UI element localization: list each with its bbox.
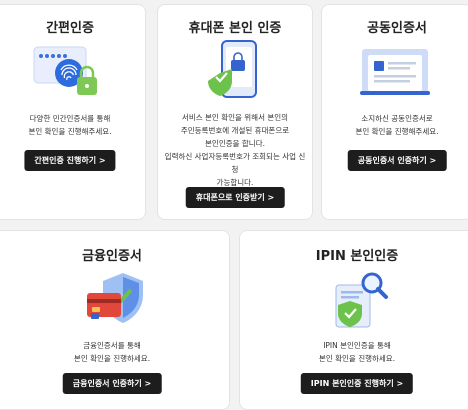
fingerprint-icon bbox=[31, 43, 111, 103]
card-title: 간편인증 bbox=[46, 21, 94, 36]
document-search-icon bbox=[328, 271, 390, 331]
card-shield-icon bbox=[83, 269, 147, 329]
simple-auth-button[interactable]: 간편인증 진행하기 > bbox=[24, 150, 116, 171]
financial-certificate-button[interactable]: 금융인증서 인증하기 > bbox=[62, 373, 162, 394]
card-simple-auth: 간편인증 다양한 민간인증서를 통해 본인 확인을 진행해주세요. 간편인증 진… bbox=[0, 4, 146, 220]
card-description: 다양한 민간인증서를 통해 본인 확인을 진행해주세요. bbox=[28, 114, 112, 136]
card-financial-certificate: 금융인증서 금융인증서를 통해 본인 확인을 진행하세요. 금융인증서 인증하기… bbox=[0, 230, 230, 410]
card-title: 공동인증서 bbox=[367, 21, 427, 36]
phone-lock-icon bbox=[204, 39, 268, 103]
card-description: 서비스 본인 확인을 위해서 본인의 주민등록번호에 개설된 휴대폰으로 본인인… bbox=[164, 113, 306, 187]
joint-certificate-button[interactable]: 공동인증서 인증하기 > bbox=[347, 150, 447, 171]
ipin-auth-button[interactable]: IPIN 본인인증 진행하기 > bbox=[300, 373, 414, 394]
card-description: IPIN 본인인증을 통해 본인 확인을 진행하세요. bbox=[318, 341, 396, 363]
card-title: IPIN 본인인증 bbox=[315, 249, 399, 264]
card-description: 소지하신 공동인증서로 본인 확인을 진행해주세요. bbox=[355, 114, 439, 136]
certificate-icon bbox=[358, 43, 438, 101]
phone-auth-button[interactable]: 휴대폰으로 인증받기 > bbox=[185, 187, 285, 208]
card-joint-certificate: 공동인증서 소지하신 공동인증서로 본인 확인을 진행해주세요. 공동인증서 인… bbox=[321, 4, 468, 220]
card-title: 금융인증서 bbox=[82, 249, 142, 264]
card-ipin-auth: IPIN 본인인증 IPIN 본인인증을 통해 본인 확인을 진행하세요. IP… bbox=[239, 230, 468, 410]
card-phone-auth: 휴대폰 본인 인증 서비스 본인 확인을 위해서 본인의 주민등록번호에 개설된… bbox=[157, 4, 313, 220]
card-description: 금융인증서를 통해 본인 확인을 진행하세요. bbox=[73, 341, 151, 363]
card-title: 휴대폰 본인 인증 bbox=[188, 21, 282, 36]
